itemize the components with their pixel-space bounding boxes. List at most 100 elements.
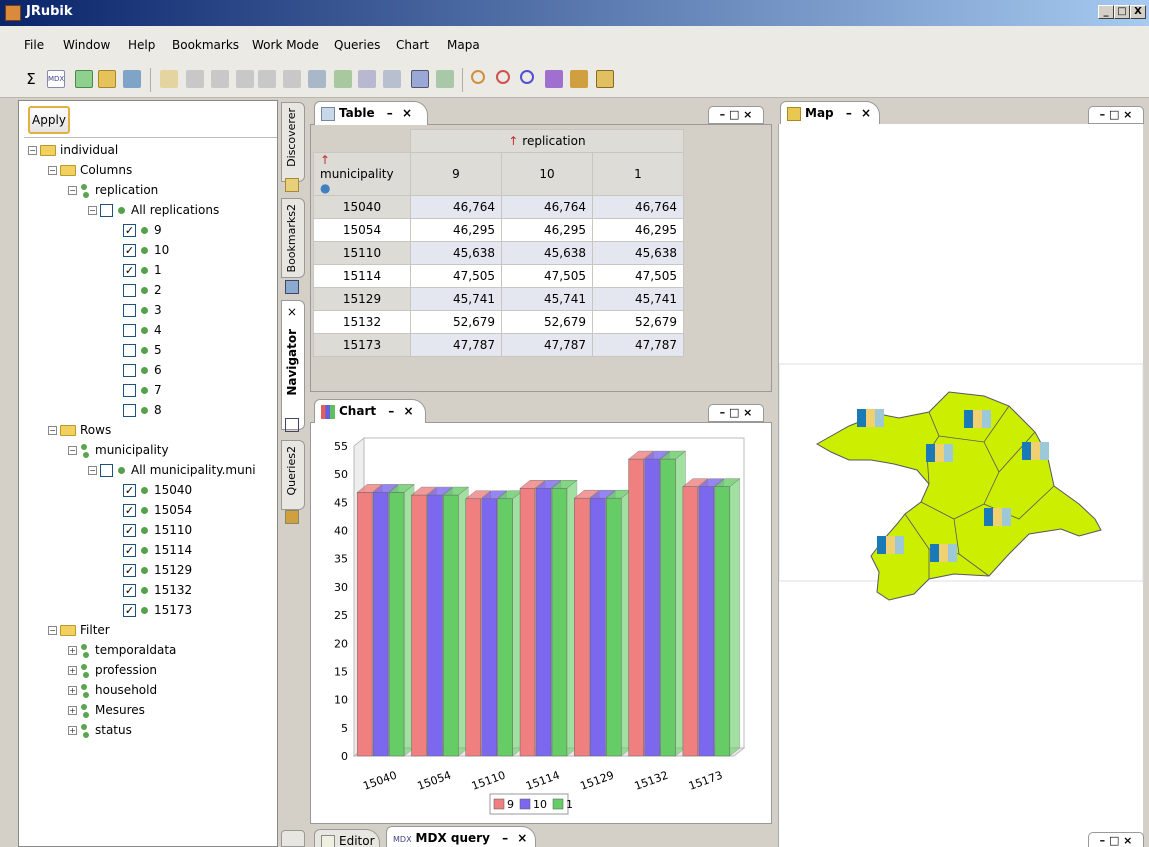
print-icon[interactable] [334,70,352,88]
tree-item[interactable]: − Rows [48,420,111,440]
menu-queries[interactable]: Queries [334,38,380,52]
collapse-icon[interactable]: − [28,146,37,155]
tree-item[interactable]: ✓ 1 [108,260,162,280]
map-window-controls[interactable]: – □ × [1088,106,1144,124]
member-checkbox[interactable] [100,204,113,217]
chart-toggle-icon[interactable] [98,70,116,88]
tab-map-close[interactable]: × [861,106,871,120]
tab-map[interactable]: Map – × [780,101,880,125]
municipality-map[interactable] [778,124,1144,847]
tree-item[interactable]: − Filter [48,620,110,640]
tree-item[interactable]: ✓ 15114 [108,540,192,560]
tab-mdx-query[interactable]: MDX MDX query – × [386,826,536,847]
tree-item[interactable]: − replication [68,180,158,200]
tree-item[interactable]: + temporaldata [68,640,176,660]
collapse-icon[interactable]: − [88,466,97,475]
menu-work-mode[interactable]: Work Mode [252,38,319,52]
map-canvas[interactable] [778,124,1144,847]
member-checkbox[interactable]: ✓ [123,584,136,597]
member-checkbox[interactable]: ✓ [123,524,136,537]
member-checkbox[interactable] [123,404,136,417]
tab-map-controls[interactable]: – [846,106,852,120]
tree-item[interactable]: + household [68,680,157,700]
row-header[interactable]: 15114 [313,264,411,288]
tree-item[interactable]: ✓ 15132 [108,580,192,600]
member-checkbox[interactable] [123,364,136,377]
sort-icon[interactable] [358,70,376,88]
tab-navigator-close[interactable]: × [285,305,299,319]
member-checkbox[interactable] [100,464,113,477]
filter-icon[interactable] [383,70,401,88]
tab-chart[interactable]: Chart – × [314,399,426,423]
menu-window[interactable]: Window [63,38,110,52]
tab-mdx-controls[interactable]: – [502,831,508,845]
zoom-out-icon[interactable] [520,70,534,84]
menu-bookmarks[interactable]: Bookmarks [172,38,239,52]
tree-item[interactable]: ✓ 10 [108,240,169,260]
row-header[interactable]: 15040 [313,195,411,219]
undo-icon[interactable] [160,70,178,88]
row-header[interactable]: 15132 [313,310,411,334]
member-checkbox[interactable] [123,344,136,357]
tab-table[interactable]: Table – × [314,101,428,125]
tree-item[interactable]: 7 [108,380,162,400]
tree-item[interactable]: 6 [108,360,162,380]
expand-icon[interactable]: + [68,686,77,695]
expand-icon[interactable]: + [68,666,77,675]
tree-item[interactable]: + profession [68,660,157,680]
column-dim-header[interactable]: ↑ replication [410,129,684,153]
refresh-icon[interactable] [436,70,454,88]
collapse-icon[interactable]: − [68,186,77,195]
navigator-icon[interactable] [75,70,93,88]
tree-item[interactable]: 2 [108,280,162,300]
row-dim-header[interactable]: ↑ municipality ● [313,152,411,196]
member-checkbox[interactable]: ✓ [123,564,136,577]
member-checkbox[interactable] [123,304,136,317]
expand-icon[interactable]: + [68,706,77,715]
member-checkbox[interactable]: ✓ [123,244,136,257]
tree-item[interactable]: − individual [28,140,118,160]
member-checkbox[interactable] [123,324,136,337]
tree-item[interactable]: ✓ 15129 [108,560,192,580]
tab-navigator[interactable]: × Navigator [281,300,305,430]
tree-item[interactable]: ✓ 15040 [108,480,192,500]
tree-item[interactable]: 8 [108,400,162,420]
menu-file[interactable]: File [24,38,44,52]
row-header[interactable]: 15173 [313,333,411,357]
tab-chart-close[interactable]: × [403,404,413,418]
collapse-icon[interactable]: − [48,626,57,635]
tab-table-controls[interactable]: – [387,106,393,120]
member-checkbox[interactable]: ✓ [123,484,136,497]
tab-chart-controls[interactable]: – [388,404,394,418]
column-header[interactable]: 1 [592,152,684,196]
apply-button[interactable]: Apply [28,106,70,134]
member-checkbox[interactable]: ✓ [123,604,136,617]
expand-icon[interactable]: + [68,726,77,735]
column-header[interactable]: 10 [501,152,593,196]
grid-icon[interactable] [283,70,301,88]
tree-item[interactable]: 4 [108,320,162,340]
swap-icon[interactable] [211,70,229,88]
tree-item[interactable]: + status [68,720,132,740]
column-header[interactable]: 9 [410,152,502,196]
member-checkbox[interactable]: ✓ [123,224,136,237]
tree-item[interactable]: − All replications [88,200,219,220]
tree-item[interactable]: − All municipality.muni [88,460,256,480]
sigma-button[interactable]: Σ [22,70,40,88]
tree-item[interactable]: 3 [108,300,162,320]
pivot-icon[interactable] [411,70,429,88]
tab-bookmarks2[interactable]: Bookmarks2 [281,198,305,278]
tab-queries2[interactable]: Queries2 [281,440,305,510]
chart-window-controls[interactable]: – □ × [708,404,764,422]
maximize-button[interactable]: □ [1114,5,1130,19]
row-header[interactable]: 15110 [313,241,411,265]
tree-item[interactable]: 5 [108,340,162,360]
collapsed-tab[interactable] [281,830,305,847]
collapse-icon[interactable]: − [68,446,77,455]
tree-item[interactable]: ✓ 9 [108,220,162,240]
mdx-button[interactable]: MDX [47,70,65,88]
member-checkbox[interactable]: ✓ [123,264,136,277]
tree-item[interactable]: + Mesures [68,700,145,720]
chart-options-icon[interactable] [570,70,588,88]
pointer-icon[interactable] [545,70,563,88]
